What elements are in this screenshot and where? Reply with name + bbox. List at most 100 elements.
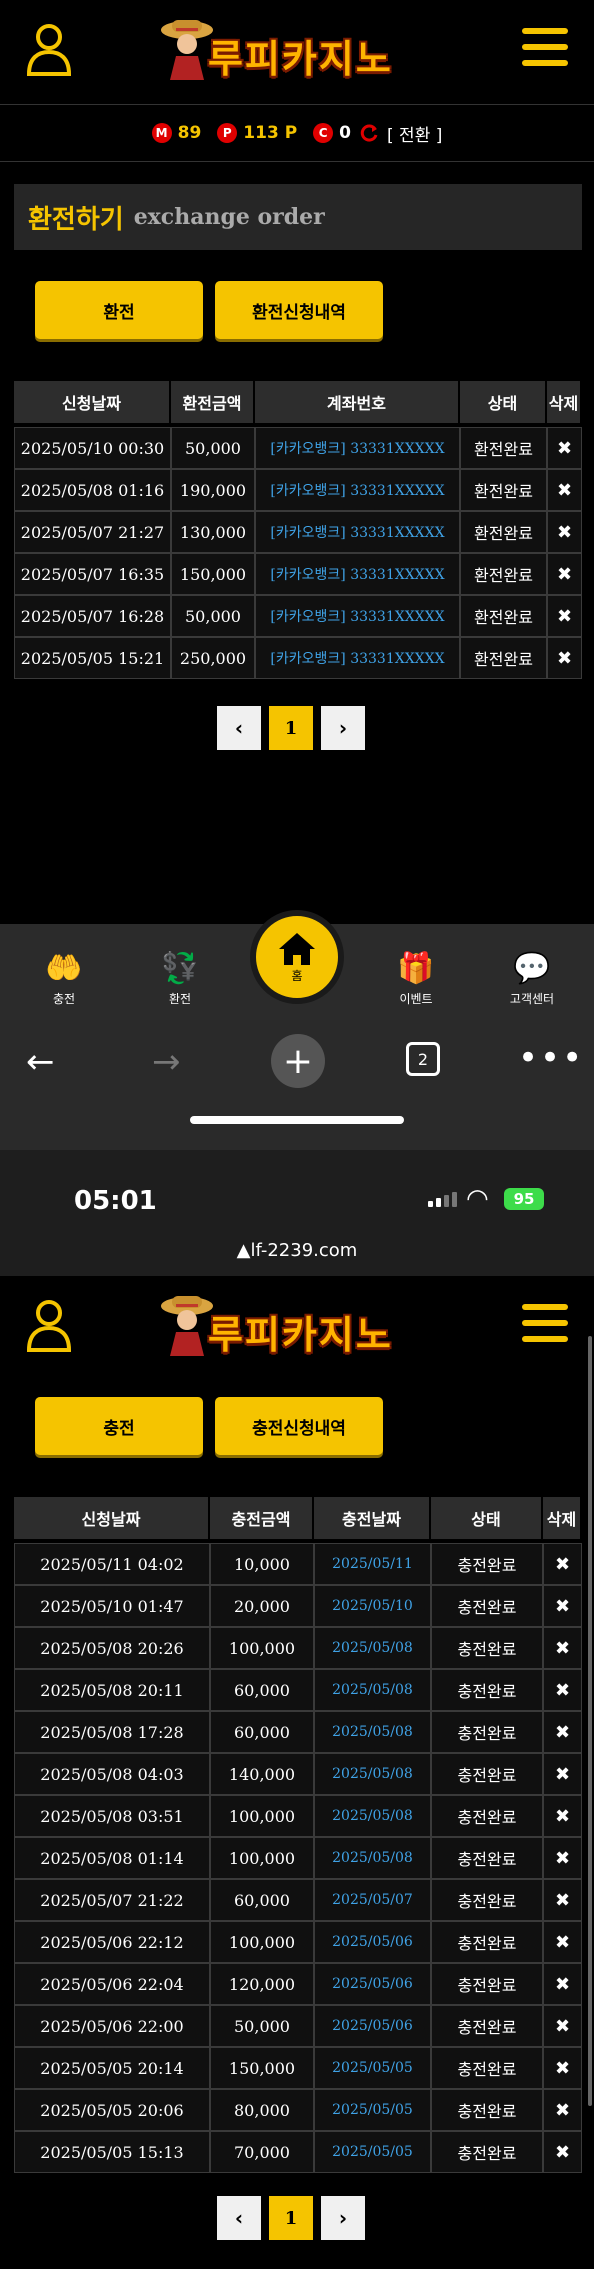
table-row: 2025/05/10 01:47 20,000 2025/05/10 충전완료 ✖ xyxy=(14,1585,582,1627)
cell-status: 충전완료 xyxy=(431,2131,543,2173)
switch-button[interactable]: [ 전환 ] xyxy=(387,121,442,146)
cell-account[interactable]: [카카오뱅크] 33331XXXXX xyxy=(255,595,460,637)
deposit-table: 신청날짜 충전금액 충전날짜 상태 삭제 2025/05/11 04:02 10,… xyxy=(14,1497,582,2173)
delete-icon[interactable]: ✖ xyxy=(543,2131,582,2173)
charge-history-button[interactable]: 충전신청내역 xyxy=(215,1397,383,1455)
prev-page-icon[interactable]: ‹ xyxy=(217,2196,261,2240)
battery-level: 95 xyxy=(513,1190,535,1208)
table-row: 2025/05/06 22:04 120,000 2025/05/06 충전완료 ✖ xyxy=(14,1963,582,2005)
points-bar: M 89 P 113 P C0 [ 전환 ] xyxy=(0,104,594,162)
next-page-icon[interactable]: › xyxy=(321,706,365,750)
cell-status: 충전완료 xyxy=(431,1837,543,1879)
col-header-status: 상태 xyxy=(460,381,547,427)
table-row: 2025/05/07 16:28 50,000 [카카오뱅크] 33331XXXXX… xyxy=(14,595,582,637)
cell-amount: 100,000 xyxy=(210,1921,314,1963)
forward-arrow-icon[interactable]: → xyxy=(152,1042,181,1082)
nav-charge[interactable]: 🤲 충전 xyxy=(24,952,104,1007)
delete-icon[interactable]: ✖ xyxy=(543,1795,582,1837)
back-arrow-icon[interactable]: ← xyxy=(26,1042,55,1082)
delete-icon[interactable]: ✖ xyxy=(547,469,582,511)
exchange-pagination: ‹ 1 › xyxy=(217,706,365,750)
delete-icon[interactable]: ✖ xyxy=(543,2089,582,2131)
delete-icon[interactable]: ✖ xyxy=(543,1837,582,1879)
delete-icon[interactable]: ✖ xyxy=(543,1711,582,1753)
table-row: 2025/05/08 20:26 100,000 2025/05/08 충전완료 ✖ xyxy=(14,1627,582,1669)
current-page[interactable]: 1 xyxy=(269,706,313,750)
cell-status: 충전완료 xyxy=(431,1753,543,1795)
cell-charge-date[interactable]: 2025/05/08 xyxy=(314,1753,431,1795)
cell-charge-date[interactable]: 2025/05/11 xyxy=(314,1543,431,1585)
cell-status: 환전완료 xyxy=(460,595,547,637)
nav-home[interactable]: 홈 xyxy=(250,910,344,1004)
refresh-icon[interactable] xyxy=(359,123,379,143)
cell-charge-date[interactable]: 2025/05/10 xyxy=(314,1585,431,1627)
user-icon[interactable] xyxy=(26,22,72,76)
exchange-title-box: 환전하기 exchange order xyxy=(14,184,582,250)
nav-event[interactable]: 🎁 이벤트 xyxy=(376,952,456,1007)
cell-charge-date[interactable]: 2025/05/07 xyxy=(314,1879,431,1921)
point-value: 113 P xyxy=(243,123,298,143)
cell-amount: 60,000 xyxy=(210,1669,314,1711)
more-options-icon[interactable]: ••• xyxy=(518,1038,584,1078)
address-bar[interactable]: ▲lf-2239.com xyxy=(0,1240,594,1261)
exchange-button[interactable]: 환전 xyxy=(35,281,203,339)
cell-charge-date[interactable]: 2025/05/05 xyxy=(314,2047,431,2089)
hamburger-menu-icon[interactable] xyxy=(522,1304,568,1346)
delete-icon[interactable]: ✖ xyxy=(543,1879,582,1921)
nav-exchange[interactable]: 💱 환전 xyxy=(140,952,220,1007)
delete-icon[interactable]: ✖ xyxy=(543,1963,582,2005)
browser-toolbar: ← → + 2 ••• xyxy=(0,1020,594,1150)
cell-status: 환전완료 xyxy=(460,427,547,469)
cell-charge-date[interactable]: 2025/05/08 xyxy=(314,1627,431,1669)
cell-charge-date[interactable]: 2025/05/05 xyxy=(314,2089,431,2131)
exchange-history-button[interactable]: 환전신청내역 xyxy=(215,281,383,339)
prev-page-icon[interactable]: ‹ xyxy=(217,706,261,750)
cell-charge-date[interactable]: 2025/05/05 xyxy=(314,2131,431,2173)
nav-support[interactable]: 💬 고객센터 xyxy=(492,952,572,1007)
cell-charge-date[interactable]: 2025/05/08 xyxy=(314,1669,431,1711)
cell-amount: 100,000 xyxy=(210,1837,314,1879)
site-logo[interactable]: 루피카지노 xyxy=(158,16,444,81)
site-logo[interactable]: 루피카지노 xyxy=(158,1292,444,1357)
cell-charge-date[interactable]: 2025/05/06 xyxy=(314,1921,431,1963)
cell-charge-date[interactable]: 2025/05/08 xyxy=(314,1711,431,1753)
cell-charge-date[interactable]: 2025/05/08 xyxy=(314,1837,431,1879)
chat-support-icon: 💬 xyxy=(513,951,551,986)
cell-account[interactable]: [카카오뱅크] 33331XXXXX xyxy=(255,637,460,679)
tabs-count-icon[interactable]: 2 xyxy=(406,1042,440,1076)
new-tab-icon[interactable]: + xyxy=(271,1034,325,1088)
col-header-date: 신청날짜 xyxy=(14,381,171,427)
delete-icon[interactable]: ✖ xyxy=(547,595,582,637)
delete-icon[interactable]: ✖ xyxy=(543,1627,582,1669)
cell-account[interactable]: [카카오뱅크] 33331XXXXX xyxy=(255,511,460,553)
cell-account[interactable]: [카카오뱅크] 33331XXXXX xyxy=(255,553,460,595)
delete-icon[interactable]: ✖ xyxy=(547,553,582,595)
delete-icon[interactable]: ✖ xyxy=(547,427,582,469)
cell-charge-date[interactable]: 2025/05/06 xyxy=(314,2005,431,2047)
delete-icon[interactable]: ✖ xyxy=(547,511,582,553)
cell-charge-date[interactable]: 2025/05/08 xyxy=(314,1795,431,1837)
user-icon[interactable] xyxy=(26,1298,72,1352)
cell-account[interactable]: [카카오뱅크] 33331XXXXX xyxy=(255,427,460,469)
charge-button[interactable]: 충전 xyxy=(35,1397,203,1455)
delete-icon[interactable]: ✖ xyxy=(543,2005,582,2047)
cell-account[interactable]: [카카오뱅크] 33331XXXXX xyxy=(255,469,460,511)
delete-icon[interactable]: ✖ xyxy=(543,1669,582,1711)
delete-icon[interactable]: ✖ xyxy=(543,1921,582,1963)
cell-status: 환전완료 xyxy=(460,637,547,679)
table-row: 2025/05/05 20:06 80,000 2025/05/05 충전완료 ✖ xyxy=(14,2089,582,2131)
cell-status: 충전완료 xyxy=(431,1795,543,1837)
cell-amount: 120,000 xyxy=(210,1963,314,2005)
next-page-icon[interactable]: › xyxy=(321,2196,365,2240)
delete-icon[interactable]: ✖ xyxy=(543,2047,582,2089)
cell-charge-date[interactable]: 2025/05/06 xyxy=(314,1963,431,2005)
delete-icon[interactable]: ✖ xyxy=(543,1753,582,1795)
cell-amount: 140,000 xyxy=(210,1753,314,1795)
lock-icon: ▲ xyxy=(236,1240,251,1261)
current-page[interactable]: 1 xyxy=(269,2196,313,2240)
hamburger-menu-icon[interactable] xyxy=(522,28,568,70)
scrollbar[interactable] xyxy=(588,1336,592,2106)
delete-icon[interactable]: ✖ xyxy=(547,637,582,679)
delete-icon[interactable]: ✖ xyxy=(543,1543,582,1585)
delete-icon[interactable]: ✖ xyxy=(543,1585,582,1627)
